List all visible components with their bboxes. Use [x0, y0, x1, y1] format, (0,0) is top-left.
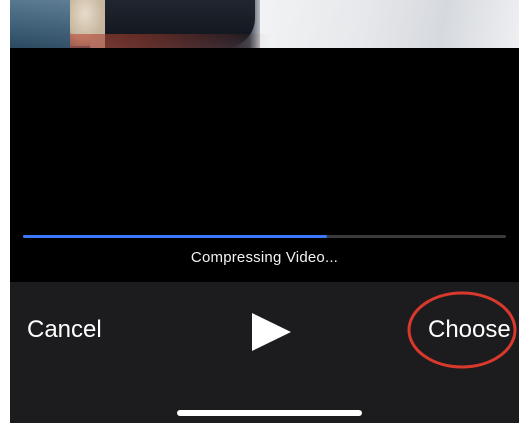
- choose-highlight: Choose: [406, 286, 518, 370]
- video-editor-screen: Compressing Video... Cancel Choose: [10, 0, 519, 423]
- video-preview: [10, 0, 519, 48]
- compression-status-text: Compressing Video...: [190, 249, 339, 266]
- compression-progress-fill: [23, 235, 328, 238]
- video-preview-sail: [260, 0, 519, 48]
- cancel-button[interactable]: Cancel: [27, 316, 102, 344]
- compression-progress-bar: [23, 235, 506, 238]
- play-button[interactable]: [250, 312, 294, 352]
- choose-button[interactable]: Choose: [428, 316, 511, 344]
- video-preview-boat: [70, 34, 270, 48]
- play-icon: [252, 313, 291, 351]
- bottom-toolbar: Cancel Choose: [10, 282, 519, 423]
- home-indicator: [177, 410, 362, 416]
